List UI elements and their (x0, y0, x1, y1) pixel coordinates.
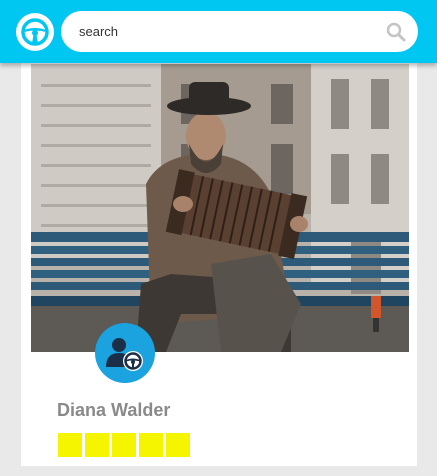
steering-wheel-icon (21, 18, 49, 46)
rating-star (166, 433, 190, 457)
profile-name: Diana Walder (57, 400, 171, 420)
rating-star (58, 433, 82, 457)
rating-star (112, 433, 136, 457)
avatar (95, 323, 155, 383)
top-bar (0, 0, 437, 63)
profile-photo (31, 64, 409, 352)
rating-star (139, 433, 163, 457)
rating-star (85, 433, 109, 457)
search-bar (61, 11, 418, 52)
profile-card[interactable]: Diana Walder (21, 40, 417, 466)
user-driver-icon (106, 338, 143, 371)
search-input[interactable] (79, 11, 369, 52)
musician-photo-image (31, 64, 409, 352)
rating-stars (58, 433, 190, 457)
search-icon[interactable] (386, 22, 406, 42)
logo-button[interactable] (16, 13, 54, 51)
